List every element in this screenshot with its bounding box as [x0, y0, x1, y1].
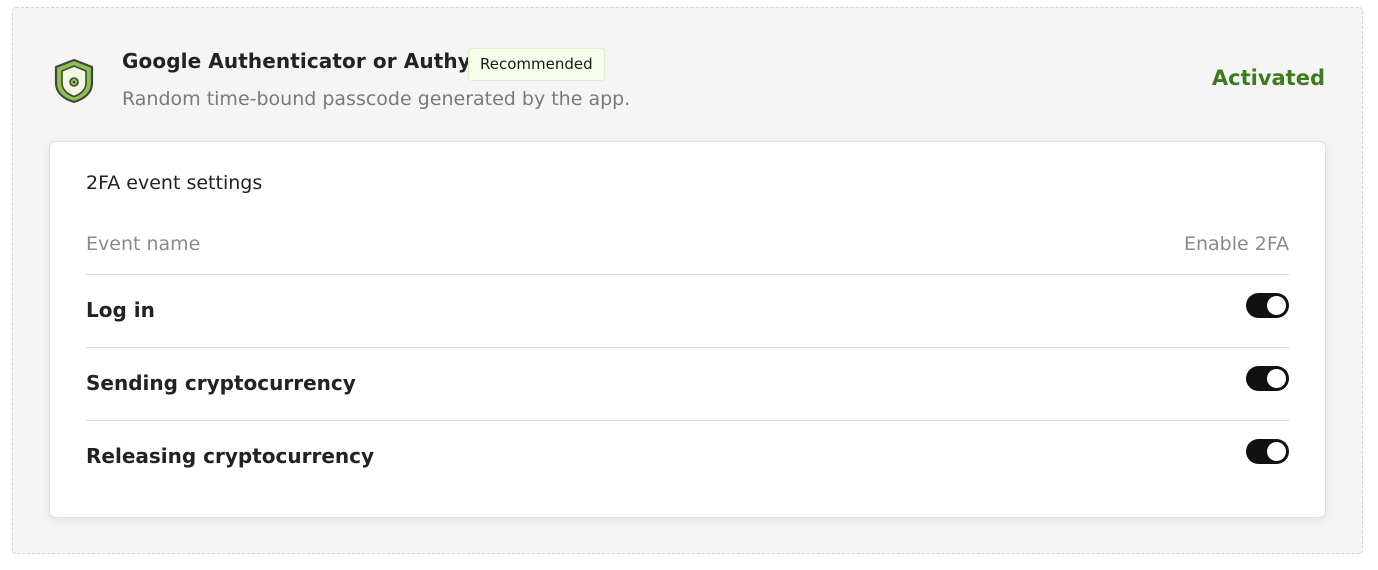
event-name: Sending cryptocurrency: [86, 371, 356, 395]
toggle-knob: [1267, 442, 1286, 461]
toggle-knob: [1267, 296, 1286, 315]
method-description: Random time-bound passcode generated by …: [122, 88, 631, 110]
toggle-log-in[interactable]: [1246, 293, 1289, 318]
panel-title: 2FA event settings: [86, 172, 263, 194]
column-header-event-name: Event name: [86, 233, 201, 255]
event-name: Releasing cryptocurrency: [86, 444, 375, 468]
event-row-log-in: Log in: [86, 274, 1289, 347]
event-row-releasing-crypto: Releasing cryptocurrency: [86, 420, 1289, 493]
event-row-sending-crypto: Sending cryptocurrency: [86, 347, 1289, 420]
toggle-sending-crypto[interactable]: [1246, 366, 1289, 391]
two-factor-method-card: Google Authenticator or Authy Recommende…: [12, 7, 1363, 554]
method-header: Google Authenticator or Authy Recommende…: [13, 8, 1362, 138]
recommended-badge: Recommended: [468, 48, 605, 81]
shield-icon: [54, 58, 94, 104]
status-badge: Activated: [1211, 66, 1325, 90]
event-settings-panel: 2FA event settings Event name Enable 2FA…: [49, 141, 1326, 518]
method-title: Google Authenticator or Authy: [122, 49, 471, 73]
toggle-releasing-crypto[interactable]: [1246, 439, 1289, 464]
event-name: Log in: [86, 298, 155, 322]
column-header-enable-2fa: Enable 2FA: [1183, 233, 1289, 255]
toggle-knob: [1267, 369, 1286, 388]
